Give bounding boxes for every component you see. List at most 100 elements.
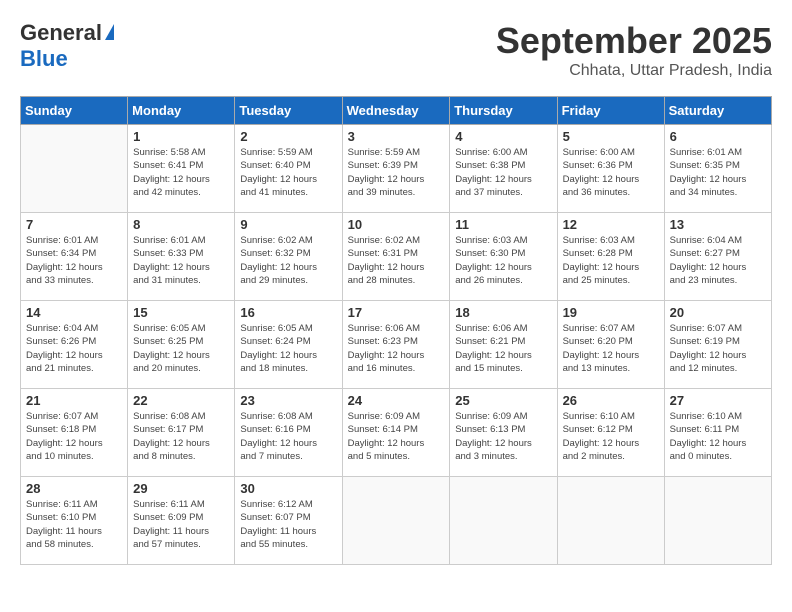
day-number: 5: [563, 129, 659, 144]
day-info: Sunrise: 6:07 AM Sunset: 6:20 PM Dayligh…: [563, 322, 659, 375]
calendar-cell: 23Sunrise: 6:08 AM Sunset: 6:16 PM Dayli…: [235, 389, 342, 477]
day-number: 26: [563, 393, 659, 408]
day-info: Sunrise: 6:06 AM Sunset: 6:23 PM Dayligh…: [348, 322, 445, 375]
day-info: Sunrise: 5:59 AM Sunset: 6:40 PM Dayligh…: [240, 146, 336, 199]
day-info: Sunrise: 6:09 AM Sunset: 6:13 PM Dayligh…: [455, 410, 551, 463]
day-number: 20: [670, 305, 766, 320]
calendar-day-header: Saturday: [664, 97, 771, 125]
logo-blue: Blue: [20, 46, 68, 72]
day-info: Sunrise: 6:05 AM Sunset: 6:24 PM Dayligh…: [240, 322, 336, 375]
calendar-cell: 26 Sunrise: 6:10 AM Sunset: 6:12 PM Dayli…: [557, 389, 664, 477]
calendar-week-row: 7 Sunrise: 6:01 AM Sunset: 6:34 PM Daylig…: [21, 213, 772, 301]
day-number: 8: [133, 217, 229, 232]
calendar-day-header: Monday: [128, 97, 235, 125]
calendar-cell: 28 Sunrise: 6:11 AM Sunset: 6:10 PM Dayli…: [21, 477, 128, 565]
calendar-cell: 19 Sunrise: 6:07 AM Sunset: 6:20 PM Dayli…: [557, 301, 664, 389]
day-info: Sunrise: 5:58 AM Sunset: 6:41 PM Dayligh…: [133, 146, 229, 199]
day-number: 13: [670, 217, 766, 232]
day-info: Sunrise: 6:04 AM Sunset: 6:26 PM Dayligh…: [26, 322, 122, 375]
calendar-cell: 1 Sunrise: 5:58 AM Sunset: 6:41 PM Daylig…: [128, 125, 235, 213]
day-number: 11: [455, 217, 551, 232]
day-info: Sunrise: 6:11 AM Sunset: 6:09 PM Dayligh…: [133, 498, 229, 551]
day-number: 2: [240, 129, 336, 144]
day-info: Sunrise: 6:00 AM Sunset: 6:36 PM Dayligh…: [563, 146, 659, 199]
day-info: Sunrise: 6:06 AM Sunset: 6:21 PM Dayligh…: [455, 322, 551, 375]
calendar-cell: 4 Sunrise: 6:00 AM Sunset: 6:38 PM Daylig…: [450, 125, 557, 213]
day-number: 6: [670, 129, 766, 144]
day-number: 3: [348, 129, 445, 144]
calendar-cell: 25Sunrise: 6:09 AM Sunset: 6:13 PM Dayli…: [450, 389, 557, 477]
day-info: Sunrise: 6:07 AM Sunset: 6:18 PM Dayligh…: [26, 410, 122, 463]
calendar-week-row: 14 Sunrise: 6:04 AM Sunset: 6:26 PM Dayli…: [21, 301, 772, 389]
day-info: Sunrise: 6:02 AM Sunset: 6:31 PM Dayligh…: [348, 234, 445, 287]
day-number: 1: [133, 129, 229, 144]
day-number: 10: [348, 217, 445, 232]
calendar-header-row: SundayMondayTuesdayWednesdayThursdayFrid…: [21, 97, 772, 125]
calendar-cell: [342, 477, 450, 565]
calendar-cell: 11 Sunrise: 6:03 AM Sunset: 6:30 PM Dayli…: [450, 213, 557, 301]
day-number: 24: [348, 393, 445, 408]
calendar-cell: 27 Sunrise: 6:10 AM Sunset: 6:11 PM Dayli…: [664, 389, 771, 477]
calendar-day-header: Thursday: [450, 97, 557, 125]
day-info: Sunrise: 6:07 AM Sunset: 6:19 PM Dayligh…: [670, 322, 766, 375]
calendar-cell: 24 Sunrise: 6:09 AM Sunset: 6:14 PM Dayli…: [342, 389, 450, 477]
day-info: Sunrise: 6:04 AM Sunset: 6:27 PM Dayligh…: [670, 234, 766, 287]
day-number: 30: [240, 481, 336, 496]
logo-triangle-icon: [105, 24, 114, 40]
day-info: Sunrise: 6:12 AM Sunset: 6:07 PM Dayligh…: [240, 498, 336, 551]
day-info: Sunrise: 6:10 AM Sunset: 6:12 PM Dayligh…: [563, 410, 659, 463]
day-number: 27: [670, 393, 766, 408]
day-number: 22: [133, 393, 229, 408]
calendar-table: SundayMondayTuesdayWednesdayThursdayFrid…: [20, 96, 772, 565]
calendar-day-header: Wednesday: [342, 97, 450, 125]
calendar-cell: 9Sunrise: 6:02 AM Sunset: 6:32 PM Daylig…: [235, 213, 342, 301]
location-subtitle: Chhata, Uttar Pradesh, India: [496, 62, 772, 80]
day-info: Sunrise: 6:10 AM Sunset: 6:11 PM Dayligh…: [670, 410, 766, 463]
day-info: Sunrise: 6:11 AM Sunset: 6:10 PM Dayligh…: [26, 498, 122, 551]
day-number: 18: [455, 305, 551, 320]
title-block: September 2025 Chhata, Uttar Pradesh, In…: [496, 20, 772, 80]
calendar-cell: 7 Sunrise: 6:01 AM Sunset: 6:34 PM Daylig…: [21, 213, 128, 301]
calendar-cell: 5 Sunrise: 6:00 AM Sunset: 6:36 PM Daylig…: [557, 125, 664, 213]
calendar-cell: 2 Sunrise: 5:59 AM Sunset: 6:40 PM Daylig…: [235, 125, 342, 213]
calendar-week-row: 1 Sunrise: 5:58 AM Sunset: 6:41 PM Daylig…: [21, 125, 772, 213]
calendar-cell: 12 Sunrise: 6:03 AM Sunset: 6:28 PM Dayli…: [557, 213, 664, 301]
day-info: Sunrise: 6:09 AM Sunset: 6:14 PM Dayligh…: [348, 410, 445, 463]
day-number: 12: [563, 217, 659, 232]
day-number: 19: [563, 305, 659, 320]
page-header: General Blue September 2025 Chhata, Utta…: [20, 20, 772, 80]
day-info: Sunrise: 6:01 AM Sunset: 6:34 PM Dayligh…: [26, 234, 122, 287]
calendar-cell: 10 Sunrise: 6:02 AM Sunset: 6:31 PM Dayli…: [342, 213, 450, 301]
day-info: Sunrise: 6:03 AM Sunset: 6:30 PM Dayligh…: [455, 234, 551, 287]
calendar-cell: 21 Sunrise: 6:07 AM Sunset: 6:18 PM Dayli…: [21, 389, 128, 477]
calendar-cell: 6 Sunrise: 6:01 AM Sunset: 6:35 PM Daylig…: [664, 125, 771, 213]
calendar-cell: 3Sunrise: 5:59 AM Sunset: 6:39 PM Daylig…: [342, 125, 450, 213]
calendar-day-header: Sunday: [21, 97, 128, 125]
calendar-cell: 30 Sunrise: 6:12 AM Sunset: 6:07 PM Dayli…: [235, 477, 342, 565]
day-number: 28: [26, 481, 122, 496]
calendar-cell: 14 Sunrise: 6:04 AM Sunset: 6:26 PM Dayli…: [21, 301, 128, 389]
calendar-cell: [664, 477, 771, 565]
day-number: 9: [240, 217, 336, 232]
calendar-cell: 13 Sunrise: 6:04 AM Sunset: 6:27 PM Dayli…: [664, 213, 771, 301]
calendar-week-row: 21 Sunrise: 6:07 AM Sunset: 6:18 PM Dayli…: [21, 389, 772, 477]
logo: General Blue: [20, 20, 114, 72]
calendar-day-header: Friday: [557, 97, 664, 125]
day-info: Sunrise: 6:01 AM Sunset: 6:35 PM Dayligh…: [670, 146, 766, 199]
day-number: 4: [455, 129, 551, 144]
day-info: Sunrise: 6:00 AM Sunset: 6:38 PM Dayligh…: [455, 146, 551, 199]
calendar-cell: [557, 477, 664, 565]
day-number: 14: [26, 305, 122, 320]
calendar-cell: 16 Sunrise: 6:05 AM Sunset: 6:24 PM Dayli…: [235, 301, 342, 389]
calendar-cell: 22 Sunrise: 6:08 AM Sunset: 6:17 PM Dayli…: [128, 389, 235, 477]
day-info: Sunrise: 6:01 AM Sunset: 6:33 PM Dayligh…: [133, 234, 229, 287]
day-number: 17: [348, 305, 445, 320]
day-info: Sunrise: 6:03 AM Sunset: 6:28 PM Dayligh…: [563, 234, 659, 287]
day-number: 15: [133, 305, 229, 320]
day-info: Sunrise: 6:08 AM Sunset: 6:17 PM Dayligh…: [133, 410, 229, 463]
calendar-body: 1 Sunrise: 5:58 AM Sunset: 6:41 PM Daylig…: [21, 125, 772, 565]
day-number: 16: [240, 305, 336, 320]
day-number: 7: [26, 217, 122, 232]
calendar-cell: [21, 125, 128, 213]
day-number: 21: [26, 393, 122, 408]
